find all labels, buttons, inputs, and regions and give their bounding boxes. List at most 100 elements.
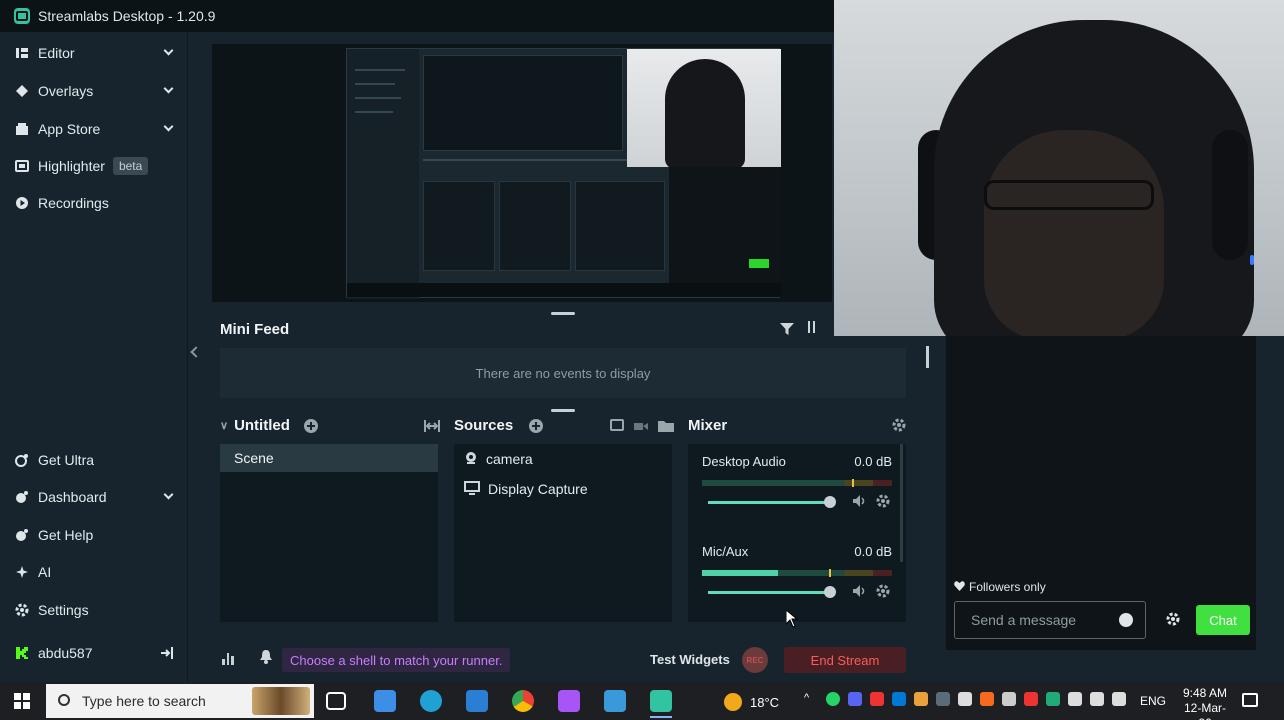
stats-icon[interactable] bbox=[222, 653, 235, 665]
store-app-icon[interactable] bbox=[466, 690, 488, 712]
record-button[interactable]: REC bbox=[742, 647, 768, 673]
channel-db: 0.0 dB bbox=[854, 544, 892, 559]
chat-message-input[interactable]: Send a message bbox=[954, 601, 1146, 639]
add-scene-icon[interactable] bbox=[303, 418, 318, 433]
sidebar-item-overlays[interactable]: Overlays bbox=[0, 76, 188, 106]
mixer-scrollbar[interactable] bbox=[900, 444, 903, 562]
sun-icon bbox=[724, 693, 742, 711]
logout-icon[interactable] bbox=[160, 646, 174, 663]
gear-icon[interactable] bbox=[876, 494, 890, 508]
store-icon bbox=[14, 121, 30, 137]
app-tray-icon[interactable] bbox=[1046, 692, 1060, 706]
scenes-title[interactable]: Untitled bbox=[234, 417, 290, 434]
pause-icon[interactable] bbox=[808, 321, 820, 335]
followers-only-notice: Followers only bbox=[954, 580, 1046, 594]
app-tray-icon[interactable] bbox=[1002, 692, 1016, 706]
slider-knob[interactable] bbox=[824, 586, 836, 598]
volume-slider[interactable] bbox=[708, 586, 836, 598]
filter-icon[interactable] bbox=[780, 322, 794, 335]
end-stream-button[interactable]: End Stream bbox=[784, 647, 906, 673]
source-item-camera[interactable]: camera bbox=[454, 444, 672, 474]
help-icon bbox=[14, 527, 30, 543]
sidebar-item-ai[interactable]: AI bbox=[0, 557, 188, 587]
streamlabs-taskbar-icon[interactable] bbox=[650, 690, 672, 712]
app-tray-icon[interactable] bbox=[914, 692, 928, 706]
glasses bbox=[984, 180, 1154, 210]
chat-send-button[interactable]: Chat bbox=[1196, 605, 1250, 635]
sidebar-item-editor[interactable]: Editor bbox=[0, 38, 188, 68]
notification-icon[interactable] bbox=[1242, 693, 1258, 707]
app-tray-icon[interactable] bbox=[870, 692, 884, 706]
preview-resize-handle[interactable] bbox=[551, 312, 575, 315]
taskbar-search[interactable]: Type here to search bbox=[46, 684, 314, 718]
sidebar-item-settings[interactable]: Settings bbox=[0, 595, 188, 625]
network-icon[interactable] bbox=[1112, 692, 1126, 706]
windows-start-icon[interactable] bbox=[14, 693, 30, 709]
steam-icon[interactable] bbox=[936, 692, 950, 706]
ultra-icon bbox=[14, 452, 30, 468]
sidebar-item-label: Editor bbox=[38, 45, 75, 61]
clock-time: 9:48 AM bbox=[1182, 686, 1228, 700]
whatsapp-icon[interactable] bbox=[826, 692, 840, 706]
discord-icon[interactable] bbox=[848, 692, 862, 706]
volume-slider[interactable] bbox=[708, 496, 836, 508]
task-view-icon[interactable] bbox=[326, 692, 346, 710]
chat-settings-icon[interactable] bbox=[1166, 612, 1180, 626]
minifeed-title: Mini Feed bbox=[220, 321, 290, 338]
sidebar-item-label: Settings bbox=[38, 602, 89, 618]
panel-resize-handle[interactable] bbox=[551, 409, 575, 412]
followers-only-label: Followers only bbox=[969, 580, 1046, 594]
minifeed-empty: There are no events to display bbox=[220, 348, 906, 398]
search-placeholder: Type here to search bbox=[82, 693, 206, 709]
webcam-feed bbox=[834, 0, 1284, 336]
scene-transition-icon[interactable] bbox=[424, 419, 440, 437]
sidebar-item-app-store[interactable]: App Store bbox=[0, 114, 188, 144]
speaker-icon[interactable] bbox=[852, 584, 866, 598]
app-tray-icon[interactable] bbox=[980, 692, 994, 706]
sidebar-item-dashboard[interactable]: Dashboard bbox=[0, 482, 188, 512]
channel-name: Desktop Audio bbox=[702, 454, 786, 469]
taskbar-clock[interactable]: 9:48 AM 12-Mar-26 bbox=[1180, 686, 1230, 720]
speaker-icon[interactable] bbox=[852, 494, 866, 508]
emoji-icon[interactable] bbox=[1119, 613, 1133, 627]
scene-item[interactable]: Scene bbox=[220, 444, 438, 472]
heart-icon bbox=[954, 580, 965, 594]
mixer-settings-icon[interactable] bbox=[892, 418, 906, 437]
sidebar-item-label: Get Ultra bbox=[38, 452, 95, 468]
test-widgets-button[interactable]: Test Widgets bbox=[650, 652, 730, 667]
app-icon[interactable] bbox=[604, 690, 626, 712]
chat-scrollbar[interactable] bbox=[926, 346, 929, 368]
bell-icon[interactable] bbox=[260, 650, 272, 664]
chevron-up-icon[interactable]: ^ bbox=[804, 692, 818, 706]
streamlabs-window: Streamlabs Desktop - 1.20.9 Editor Overl… bbox=[0, 0, 1284, 720]
folder-icon[interactable] bbox=[658, 419, 674, 437]
sidebar-item-recordings[interactable]: Recordings bbox=[0, 188, 188, 218]
promo-banner[interactable]: Choose a shell to match your runner. bbox=[282, 648, 511, 672]
app-icon[interactable] bbox=[374, 690, 396, 712]
app-tray-icon[interactable] bbox=[1024, 692, 1038, 706]
volume-meter bbox=[702, 569, 892, 577]
sidebar-item-highlighter[interactable]: Highlighter beta bbox=[0, 151, 188, 181]
edge-icon[interactable] bbox=[420, 690, 442, 712]
onedrive-icon[interactable] bbox=[892, 692, 906, 706]
volume-icon[interactable] bbox=[1090, 692, 1104, 706]
app-icon[interactable] bbox=[558, 690, 580, 712]
meter-peak bbox=[852, 479, 855, 487]
microphone-icon[interactable] bbox=[1068, 692, 1082, 706]
sidebar-item-get-ultra[interactable]: Get Ultra bbox=[0, 445, 188, 475]
weather-widget[interactable]: 18°C bbox=[724, 693, 779, 711]
gear-icon[interactable] bbox=[876, 584, 890, 598]
source-visibility-icon[interactable] bbox=[634, 419, 648, 437]
source-group-icon[interactable] bbox=[610, 419, 624, 431]
battery-icon[interactable] bbox=[958, 692, 972, 706]
add-source-icon[interactable] bbox=[529, 418, 544, 433]
sidebar-user[interactable]: abdu587 bbox=[0, 638, 188, 668]
mouse-cursor-icon bbox=[785, 608, 799, 633]
source-item-display-capture[interactable]: Display Capture bbox=[454, 474, 672, 504]
language-indicator[interactable]: ENG bbox=[1140, 694, 1166, 708]
sidebar-item-get-help[interactable]: Get Help bbox=[0, 520, 188, 550]
chrome-icon[interactable] bbox=[512, 690, 534, 712]
chevron-down-icon[interactable]: ∨ bbox=[220, 419, 228, 432]
slider-knob[interactable] bbox=[824, 496, 836, 508]
source-label: Display Capture bbox=[488, 481, 588, 497]
